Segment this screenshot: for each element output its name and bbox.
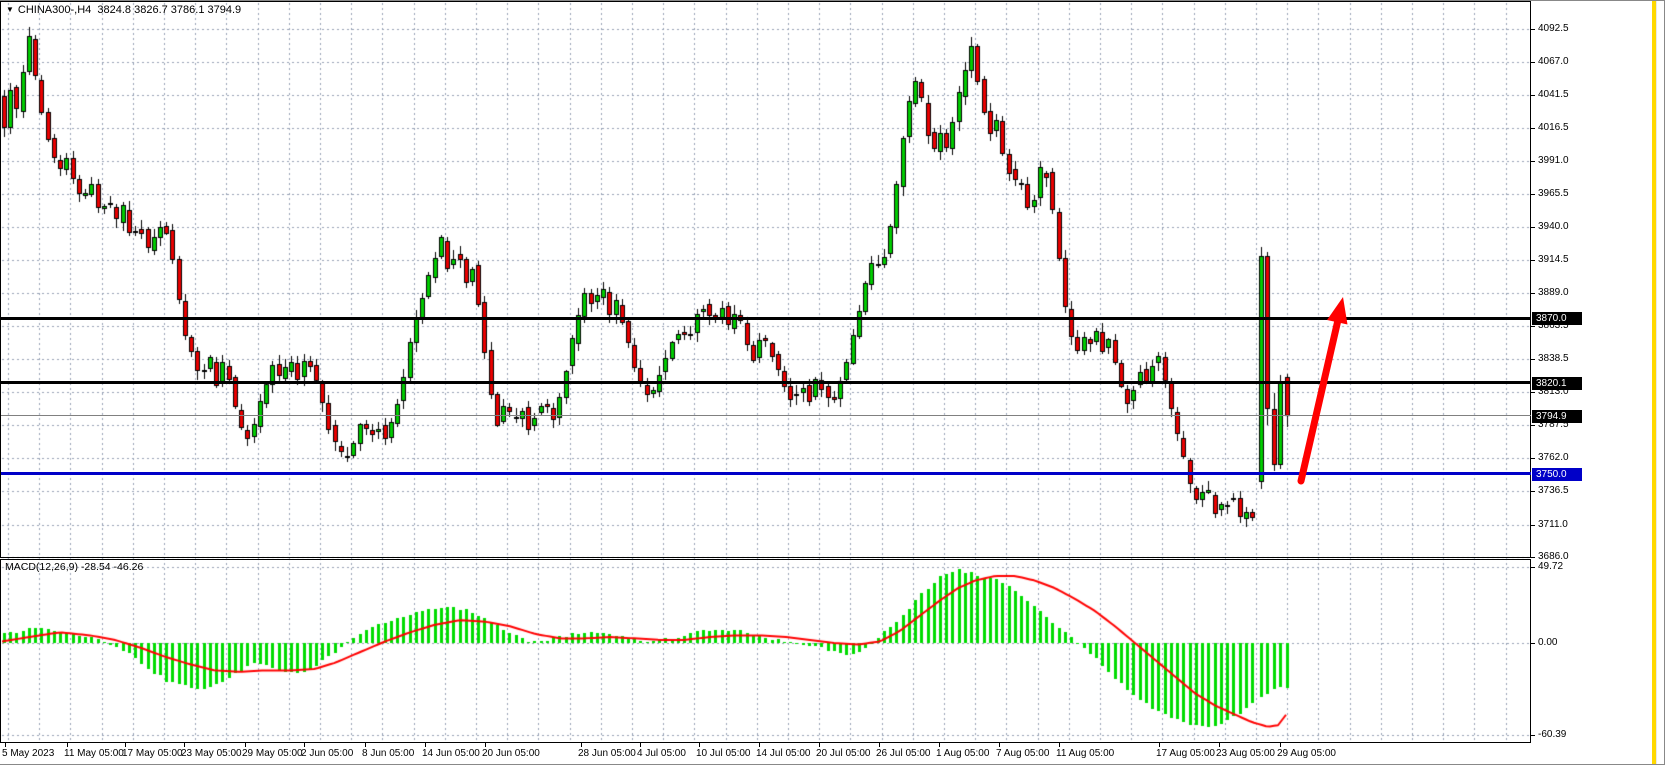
time-tick <box>304 743 305 747</box>
time-tick-label: 11 Aug 05:00 <box>1056 748 1114 759</box>
price-tick-label: 3711.0 <box>1538 519 1568 531</box>
macd-tick <box>1531 735 1535 736</box>
time-tick <box>581 743 582 747</box>
macd-indicator-panel[interactable] <box>0 559 1531 743</box>
macd-tick-label: 0.00 <box>1538 637 1557 649</box>
price-tick-label: 3991.0 <box>1538 155 1569 167</box>
price-tick <box>1531 458 1535 459</box>
price-tick-label: 3889.0 <box>1538 287 1569 299</box>
time-tick-label: 7 Aug 05:00 <box>996 748 1049 759</box>
price-tick <box>1531 425 1535 426</box>
time-tick <box>5 743 6 747</box>
time-tick <box>425 743 426 747</box>
price-tick-label: 3914.5 <box>1538 254 1569 266</box>
time-tick-label: 2 Jun 05:00 <box>301 748 353 759</box>
level-line-3820.1[interactable] <box>1 381 1531 384</box>
price-badge-3794.9: 3794.9 <box>1532 410 1582 423</box>
time-tick <box>1059 743 1060 747</box>
time-tick <box>879 743 880 747</box>
macd-tick <box>1531 643 1535 644</box>
price-tick <box>1531 62 1535 63</box>
time-tick <box>1280 743 1281 747</box>
price-tick-label: 3940.0 <box>1538 221 1569 233</box>
time-tick <box>365 743 366 747</box>
time-tick-label: 8 Jun 05:00 <box>362 748 414 759</box>
time-tick <box>999 743 1000 747</box>
price-tick-label: 4041.5 <box>1538 89 1569 101</box>
level-line-3794.9[interactable] <box>1 415 1531 416</box>
price-tick-label: 4067.0 <box>1538 56 1569 68</box>
time-tick <box>184 743 185 747</box>
price-tick-label: 3762.0 <box>1538 452 1569 464</box>
time-tick-label: 4 Jul 05:00 <box>637 748 686 759</box>
window-right-edge <box>1656 1 1665 765</box>
time-tick-label: 29 Aug 05:00 <box>1277 748 1336 759</box>
symbol-title[interactable]: ▼ CHINA300-,H4 3824.8 3826.7 3786.1 3794.… <box>6 4 241 16</box>
time-tick <box>819 743 820 747</box>
time-tick-label: 20 Jul 05:00 <box>816 748 871 759</box>
time-tick-label: 5 May 2023 <box>2 748 54 759</box>
price-tick <box>1531 392 1535 393</box>
price-tick <box>1531 491 1535 492</box>
price-tick <box>1531 227 1535 228</box>
price-tick <box>1531 128 1535 129</box>
time-tick-label: 11 May 05:00 <box>64 748 124 759</box>
price-tick <box>1531 194 1535 195</box>
time-tick-label: 14 Jun 05:00 <box>422 748 480 759</box>
time-tick <box>1219 743 1220 747</box>
price-tick <box>1531 525 1535 526</box>
symbol-period-label: CHINA300-,H4 <box>18 4 91 16</box>
price-tick-label: 3736.5 <box>1538 485 1569 497</box>
time-tick <box>485 743 486 747</box>
time-tick-label: 17 May 05:00 <box>122 748 183 759</box>
level-line-3870.0[interactable] <box>1 317 1531 320</box>
time-tick-label: 28 Jun 05:00 <box>578 748 636 759</box>
macd-tick-label: -60.39 <box>1538 729 1566 741</box>
time-tick-label: 10 Jul 05:00 <box>696 748 751 759</box>
price-tick <box>1531 260 1535 261</box>
price-tick-label: 4092.5 <box>1538 23 1569 35</box>
time-tick-label: 23 May 05:00 <box>181 748 242 759</box>
macd-tick-label: 49.72 <box>1538 561 1563 573</box>
time-tick <box>640 743 641 747</box>
price-tick <box>1531 95 1535 96</box>
chart-window: ▼ CHINA300-,H4 3824.8 3826.7 3786.1 3794.… <box>0 0 1665 765</box>
price-badge-3820.1: 3820.1 <box>1532 377 1582 390</box>
level-line-3750.0[interactable] <box>1 472 1531 475</box>
time-tick-label: 14 Jul 05:00 <box>756 748 811 759</box>
macd-tick <box>1531 567 1535 568</box>
time-tick-label: 20 Jun 05:00 <box>482 748 540 759</box>
macd-indicator-label: MACD(12,26,9) -28.54 -46.26 <box>5 561 143 573</box>
price-tick <box>1531 293 1535 294</box>
price-tick-label: 3838.5 <box>1538 353 1569 365</box>
price-tick-label: 3965.5 <box>1538 188 1569 200</box>
price-tick <box>1531 359 1535 360</box>
time-tick <box>67 743 68 747</box>
time-tick-label: 26 Jul 05:00 <box>876 748 931 759</box>
ohlc-readout: 3824.8 3826.7 3786.1 3794.9 <box>97 4 241 16</box>
time-tick-label: 23 Aug 05:00 <box>1216 748 1275 759</box>
time-tick <box>939 743 940 747</box>
time-tick <box>1159 743 1160 747</box>
chevron-down-icon[interactable]: ▼ <box>6 5 14 14</box>
time-tick-label: 17 Aug 05:00 <box>1156 748 1215 759</box>
time-tick <box>759 743 760 747</box>
price-tick <box>1531 161 1535 162</box>
price-tick <box>1531 326 1535 327</box>
price-tick <box>1531 557 1535 558</box>
price-badge-3750.0: 3750.0 <box>1532 468 1582 481</box>
time-tick <box>699 743 700 747</box>
price-badge-3870.0: 3870.0 <box>1532 312 1582 325</box>
time-tick <box>245 743 246 747</box>
time-tick-label: 29 May 05:00 <box>242 748 303 759</box>
price-tick <box>1531 29 1535 30</box>
time-tick <box>125 743 126 747</box>
price-tick-label: 4016.5 <box>1538 122 1569 134</box>
time-tick-label: 1 Aug 05:00 <box>936 748 989 759</box>
